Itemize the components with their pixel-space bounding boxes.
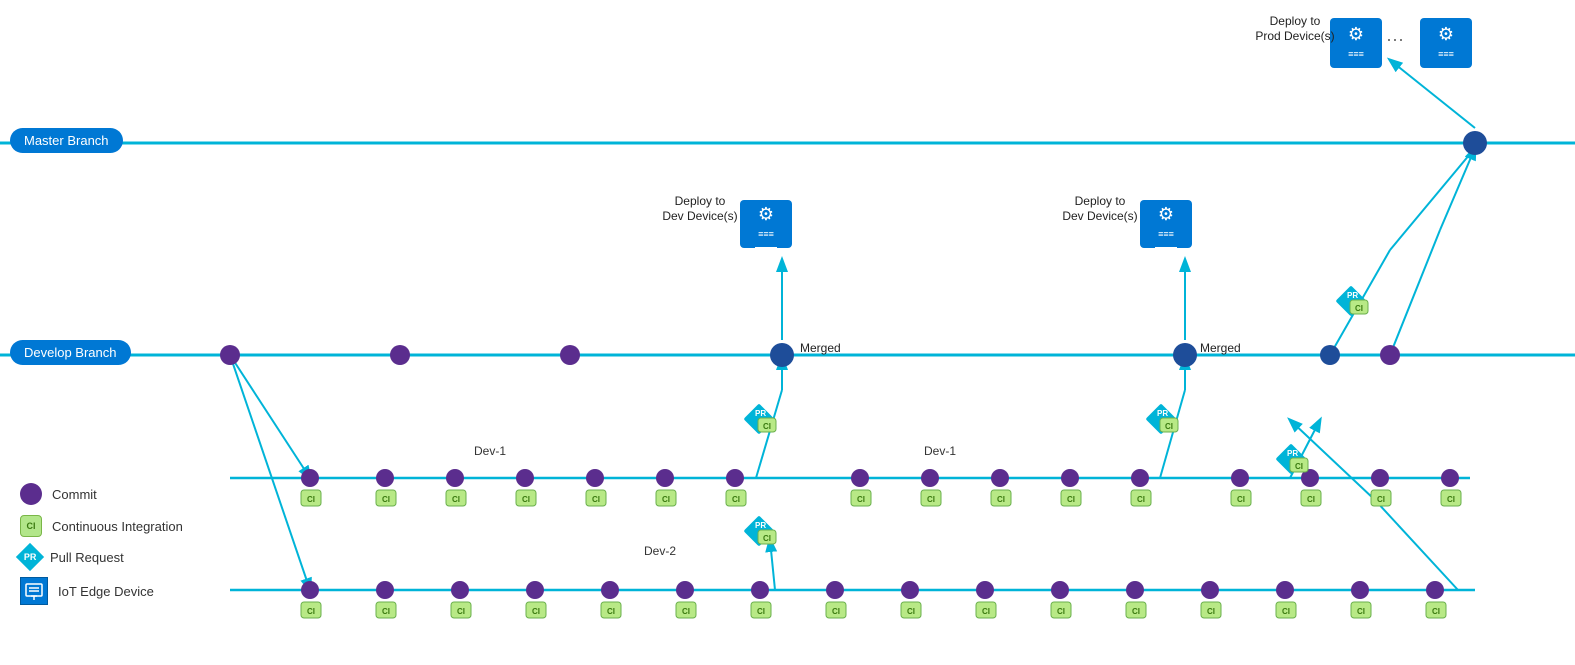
svg-text:Deploy to: Deploy to <box>675 194 726 208</box>
svg-text:PR: PR <box>1287 449 1298 458</box>
svg-text:CI: CI <box>757 607 765 616</box>
svg-text:CI: CI <box>522 495 530 504</box>
svg-text:Deploy to: Deploy to <box>1270 14 1321 28</box>
svg-text:Dev-2: Dev-2 <box>644 544 676 558</box>
svg-text:CI: CI <box>1137 495 1145 504</box>
svg-text:Merged: Merged <box>1200 341 1241 355</box>
svg-text:CI: CI <box>382 495 390 504</box>
svg-text:PR: PR <box>755 521 766 530</box>
legend-ci: CI Continuous Integration <box>20 515 183 537</box>
ci-label: Continuous Integration <box>52 519 183 534</box>
ci-icon: CI <box>20 515 42 537</box>
svg-text:CI: CI <box>763 422 771 431</box>
svg-text:PR: PR <box>1347 291 1358 300</box>
diagram: CI CI CI CI CI CI CI CI CI CI CI CI CI C… <box>0 0 1575 665</box>
svg-text:Dev-1: Dev-1 <box>924 444 956 458</box>
iot-icon <box>20 577 48 605</box>
svg-text:CI: CI <box>532 607 540 616</box>
svg-text:CI: CI <box>682 607 690 616</box>
svg-text:≡≡≡: ≡≡≡ <box>1158 229 1174 239</box>
svg-text:CI: CI <box>1067 495 1075 504</box>
svg-text:CI: CI <box>1355 304 1363 313</box>
legend: Commit CI Continuous Integration PR Pull… <box>20 483 183 605</box>
svg-text:CI: CI <box>927 495 935 504</box>
svg-text:CI: CI <box>1057 607 1065 616</box>
svg-text:CI: CI <box>1377 495 1385 504</box>
svg-text:Dev Device(s): Dev Device(s) <box>662 209 737 223</box>
svg-text:CI: CI <box>307 607 315 616</box>
svg-text:≡≡≡: ≡≡≡ <box>758 229 774 239</box>
svg-text:CI: CI <box>457 607 465 616</box>
pr-icon: PR <box>16 543 44 571</box>
svg-text:Merged: Merged <box>800 341 841 355</box>
commit-label: Commit <box>52 487 97 502</box>
main-svg: CI CI CI CI CI CI CI CI CI CI CI CI CI C… <box>0 0 1575 665</box>
svg-text:CI: CI <box>982 607 990 616</box>
svg-text:Prod Device(s): Prod Device(s) <box>1255 29 1334 43</box>
svg-text:CI: CI <box>1207 607 1215 616</box>
svg-text:⚙: ⚙ <box>1348 24 1364 44</box>
pr-label: Pull Request <box>50 550 124 565</box>
legend-pr: PR Pull Request <box>20 547 183 567</box>
svg-text:···: ··· <box>1386 29 1404 49</box>
svg-text:PR: PR <box>755 409 766 418</box>
develop-branch-label: Develop Branch <box>10 340 131 365</box>
svg-text:CI: CI <box>1132 607 1140 616</box>
svg-text:CI: CI <box>1432 607 1440 616</box>
svg-text:CI: CI <box>997 495 1005 504</box>
svg-text:PR: PR <box>1157 409 1168 418</box>
commit-icon <box>20 483 42 505</box>
svg-text:Dev-1: Dev-1 <box>474 444 506 458</box>
svg-text:CI: CI <box>1357 607 1365 616</box>
svg-text:Dev Device(s): Dev Device(s) <box>1062 209 1137 223</box>
svg-text:≡≡≡: ≡≡≡ <box>1438 49 1454 59</box>
legend-iot: IoT Edge Device <box>20 577 183 605</box>
svg-text:CI: CI <box>857 495 865 504</box>
svg-text:⚙: ⚙ <box>1158 204 1174 224</box>
svg-text:⚙: ⚙ <box>758 204 774 224</box>
svg-text:CI: CI <box>607 607 615 616</box>
svg-text:CI: CI <box>832 607 840 616</box>
svg-text:CI: CI <box>1447 495 1455 504</box>
svg-text:Deploy to: Deploy to <box>1075 194 1126 208</box>
svg-text:CI: CI <box>1237 495 1245 504</box>
legend-commit: Commit <box>20 483 183 505</box>
iot-label: IoT Edge Device <box>58 584 154 599</box>
svg-text:CI: CI <box>1165 422 1173 431</box>
master-branch-label: Master Branch <box>10 128 123 153</box>
svg-text:CI: CI <box>907 607 915 616</box>
svg-text:CI: CI <box>732 495 740 504</box>
svg-text:CI: CI <box>307 495 315 504</box>
svg-text:CI: CI <box>662 495 670 504</box>
svg-text:CI: CI <box>1282 607 1290 616</box>
svg-text:CI: CI <box>452 495 460 504</box>
svg-text:≡≡≡: ≡≡≡ <box>1348 49 1364 59</box>
svg-text:CI: CI <box>592 495 600 504</box>
svg-text:⚙: ⚙ <box>1438 24 1454 44</box>
svg-text:CI: CI <box>763 534 771 543</box>
svg-text:CI: CI <box>1307 495 1315 504</box>
svg-text:CI: CI <box>382 607 390 616</box>
svg-text:CI: CI <box>1295 462 1303 471</box>
